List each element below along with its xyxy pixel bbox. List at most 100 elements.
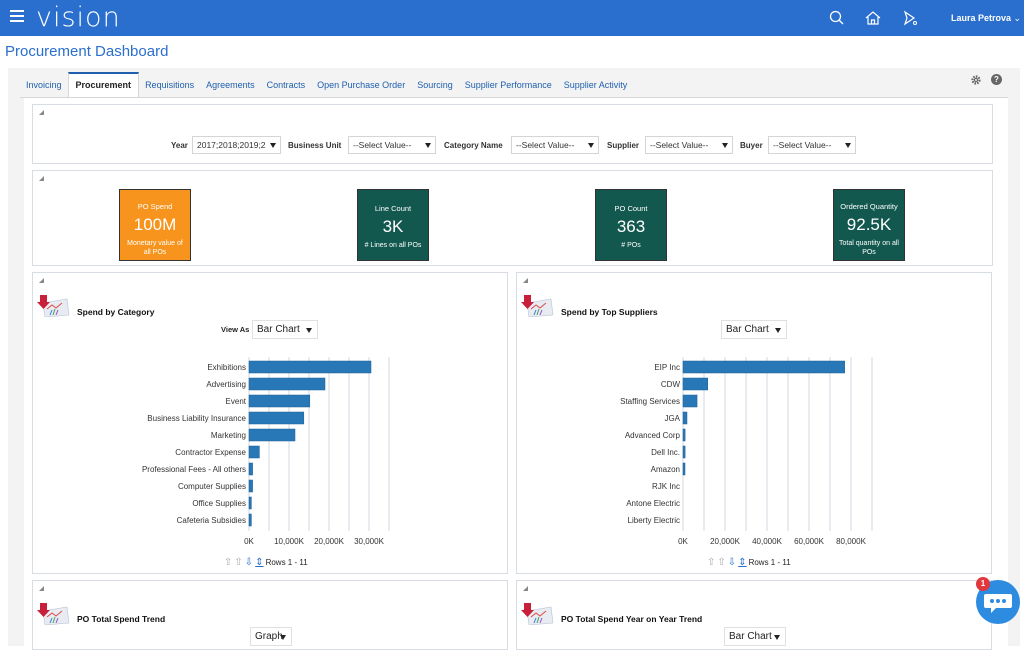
user-menu[interactable]: Laura Petrova ⌄	[951, 13, 1021, 24]
view-as-value: Bar Chart	[729, 631, 772, 642]
bar[interactable]	[248, 462, 253, 476]
x-tick-label: 10,000K	[274, 537, 304, 545]
kpi-tile-ordered-quantity[interactable]: Ordered Quantity 92.5K Total quantity on…	[833, 189, 905, 261]
bar[interactable]	[248, 479, 253, 493]
view-as-select[interactable]: Bar Chart	[252, 320, 318, 339]
bell-icon[interactable]	[901, 9, 919, 27]
kpi-subtitle: Monetary value of all POs	[127, 240, 183, 256]
category-label: Contractor Expense	[175, 448, 246, 457]
home-icon[interactable]	[864, 9, 882, 27]
dropdown-arrow-icon	[306, 328, 312, 333]
chart-report-icon	[37, 603, 70, 625]
view-as-select[interactable]: Bar Chart	[721, 320, 787, 339]
bar[interactable]	[682, 462, 686, 476]
app-logo[interactable]: vision	[36, 2, 121, 33]
category-label: Advanced Corp	[625, 431, 681, 440]
bar[interactable]	[682, 377, 709, 391]
filter-label-supplier: Supplier	[607, 141, 640, 150]
spend-by-category-chart: Exhibitions Advertising Event Business Liab…	[142, 357, 390, 545]
tab-open-purchase-order[interactable]: Open Purchase Order	[311, 72, 411, 98]
kpi-tile-line-count[interactable]: Line Count 3K # Lines on all POs	[357, 189, 429, 261]
last-page-icon[interactable]: ⇕	[255, 557, 263, 568]
kpi-value: 363	[616, 217, 646, 236]
collapse-icon[interactable]	[39, 176, 44, 181]
gear-icon[interactable]	[970, 74, 982, 86]
bar[interactable]	[682, 411, 688, 425]
tab-sourcing[interactable]: Sourcing	[411, 72, 459, 98]
category-label: Business Liability Insurance	[147, 414, 246, 423]
category-label: Staffing Services	[620, 397, 680, 406]
dropdown-arrow-icon	[722, 143, 728, 148]
previous-page-icon[interactable]: ⇧	[234, 557, 242, 568]
x-tick-label: 20,000K	[710, 537, 740, 545]
spend-by-suppliers-chart: EIP Inc CDW Staffing Services JGA Advanced C…	[620, 357, 873, 545]
bar[interactable]	[682, 360, 845, 374]
view-as-select[interactable]: Bar Chart	[724, 627, 786, 646]
dropdown-arrow-icon	[280, 635, 286, 640]
next-page-icon[interactable]: ⇩	[728, 557, 736, 568]
chart-report-icon	[521, 603, 554, 625]
dropdown-arrow-icon	[425, 143, 431, 148]
bar[interactable]	[248, 377, 326, 391]
rows-range: Rows 1 - 11	[748, 558, 791, 567]
collapse-icon[interactable]	[523, 586, 528, 591]
hamburger-icon[interactable]	[10, 10, 24, 24]
year-select[interactable]: 2017;2018;2019;2	[192, 136, 281, 154]
kpi-tile-po-spend[interactable]: PO Spend 100M Monetary value of all POs	[119, 189, 191, 261]
bar[interactable]	[248, 513, 252, 527]
kpi-title: PO Spend	[137, 202, 173, 211]
filter-label-year: Year	[171, 141, 188, 150]
last-page-icon[interactable]: ⇕	[738, 557, 746, 568]
buyer-select[interactable]: --Select Value--	[768, 136, 856, 154]
tab-contracts[interactable]: Contracts	[261, 72, 312, 98]
previous-page-icon[interactable]: ⇧	[717, 557, 725, 568]
bar[interactable]	[248, 394, 311, 408]
kpi-title: Ordered Quantity	[840, 202, 898, 211]
x-tick-label: 20,000K	[314, 537, 344, 545]
category-label: Exhibitions	[207, 363, 246, 372]
bar[interactable]	[248, 428, 296, 442]
row-pager: ⇧ ⇧ ⇩ ⇕ Rows 1 - 11	[224, 557, 308, 568]
first-page-icon[interactable]: ⇧	[707, 557, 715, 568]
help-icon[interactable]: ?	[991, 74, 1002, 85]
tab-invoicing[interactable]: Invoicing	[20, 72, 68, 98]
next-page-icon[interactable]: ⇩	[245, 557, 253, 568]
supplier-select[interactable]: --Select Value--	[645, 136, 733, 154]
bar[interactable]	[248, 445, 260, 459]
search-icon[interactable]	[828, 9, 846, 27]
tab-requisitions[interactable]: Requisitions	[139, 72, 200, 98]
tab-supplier-activity[interactable]: Supplier Activity	[558, 72, 634, 98]
category-label: EIP Inc	[654, 363, 680, 372]
year-select-value: 2017;2018;2019;2	[197, 140, 266, 150]
chevron-down-icon: ⌄	[1013, 13, 1022, 23]
x-tick-label: 40,000K	[752, 537, 782, 545]
business-unit-select[interactable]: --Select Value--	[348, 136, 436, 154]
x-tick-label: 0K	[244, 537, 254, 545]
collapse-icon[interactable]	[39, 110, 44, 115]
first-page-icon[interactable]: ⇧	[224, 557, 232, 568]
chart-report-icon	[37, 295, 70, 317]
bar[interactable]	[682, 428, 686, 442]
dropdown-arrow-icon	[774, 635, 780, 640]
kpi-tile-po-count[interactable]: PO Count 363 # POs	[595, 189, 667, 261]
tab-agreements[interactable]: Agreements	[200, 72, 261, 98]
row-pager: ⇧ ⇧ ⇩ ⇕ Rows 1 - 11	[707, 557, 791, 568]
bar[interactable]	[248, 411, 305, 425]
filter-label-buyer: Buyer	[740, 141, 763, 150]
collapse-icon[interactable]	[39, 278, 44, 283]
chart-report-icon	[521, 295, 554, 317]
tab-procurement[interactable]: Procurement	[67, 72, 140, 98]
panel-title: Spend by Top Suppliers	[561, 307, 658, 317]
bar[interactable]	[248, 360, 372, 374]
collapse-icon[interactable]	[523, 278, 528, 283]
view-as-select[interactable]: Graph	[250, 627, 292, 646]
category-name-select[interactable]: --Select Value--	[511, 136, 599, 154]
x-tick-label: 0K	[678, 537, 688, 545]
bar[interactable]	[248, 496, 252, 510]
notification-badge: 1	[976, 577, 990, 591]
panel-title: PO Total Spend Trend	[77, 614, 166, 624]
tab-supplier-performance[interactable]: Supplier Performance	[459, 72, 558, 98]
bar[interactable]	[682, 394, 698, 408]
bar[interactable]	[682, 445, 686, 459]
collapse-icon[interactable]	[39, 586, 44, 591]
